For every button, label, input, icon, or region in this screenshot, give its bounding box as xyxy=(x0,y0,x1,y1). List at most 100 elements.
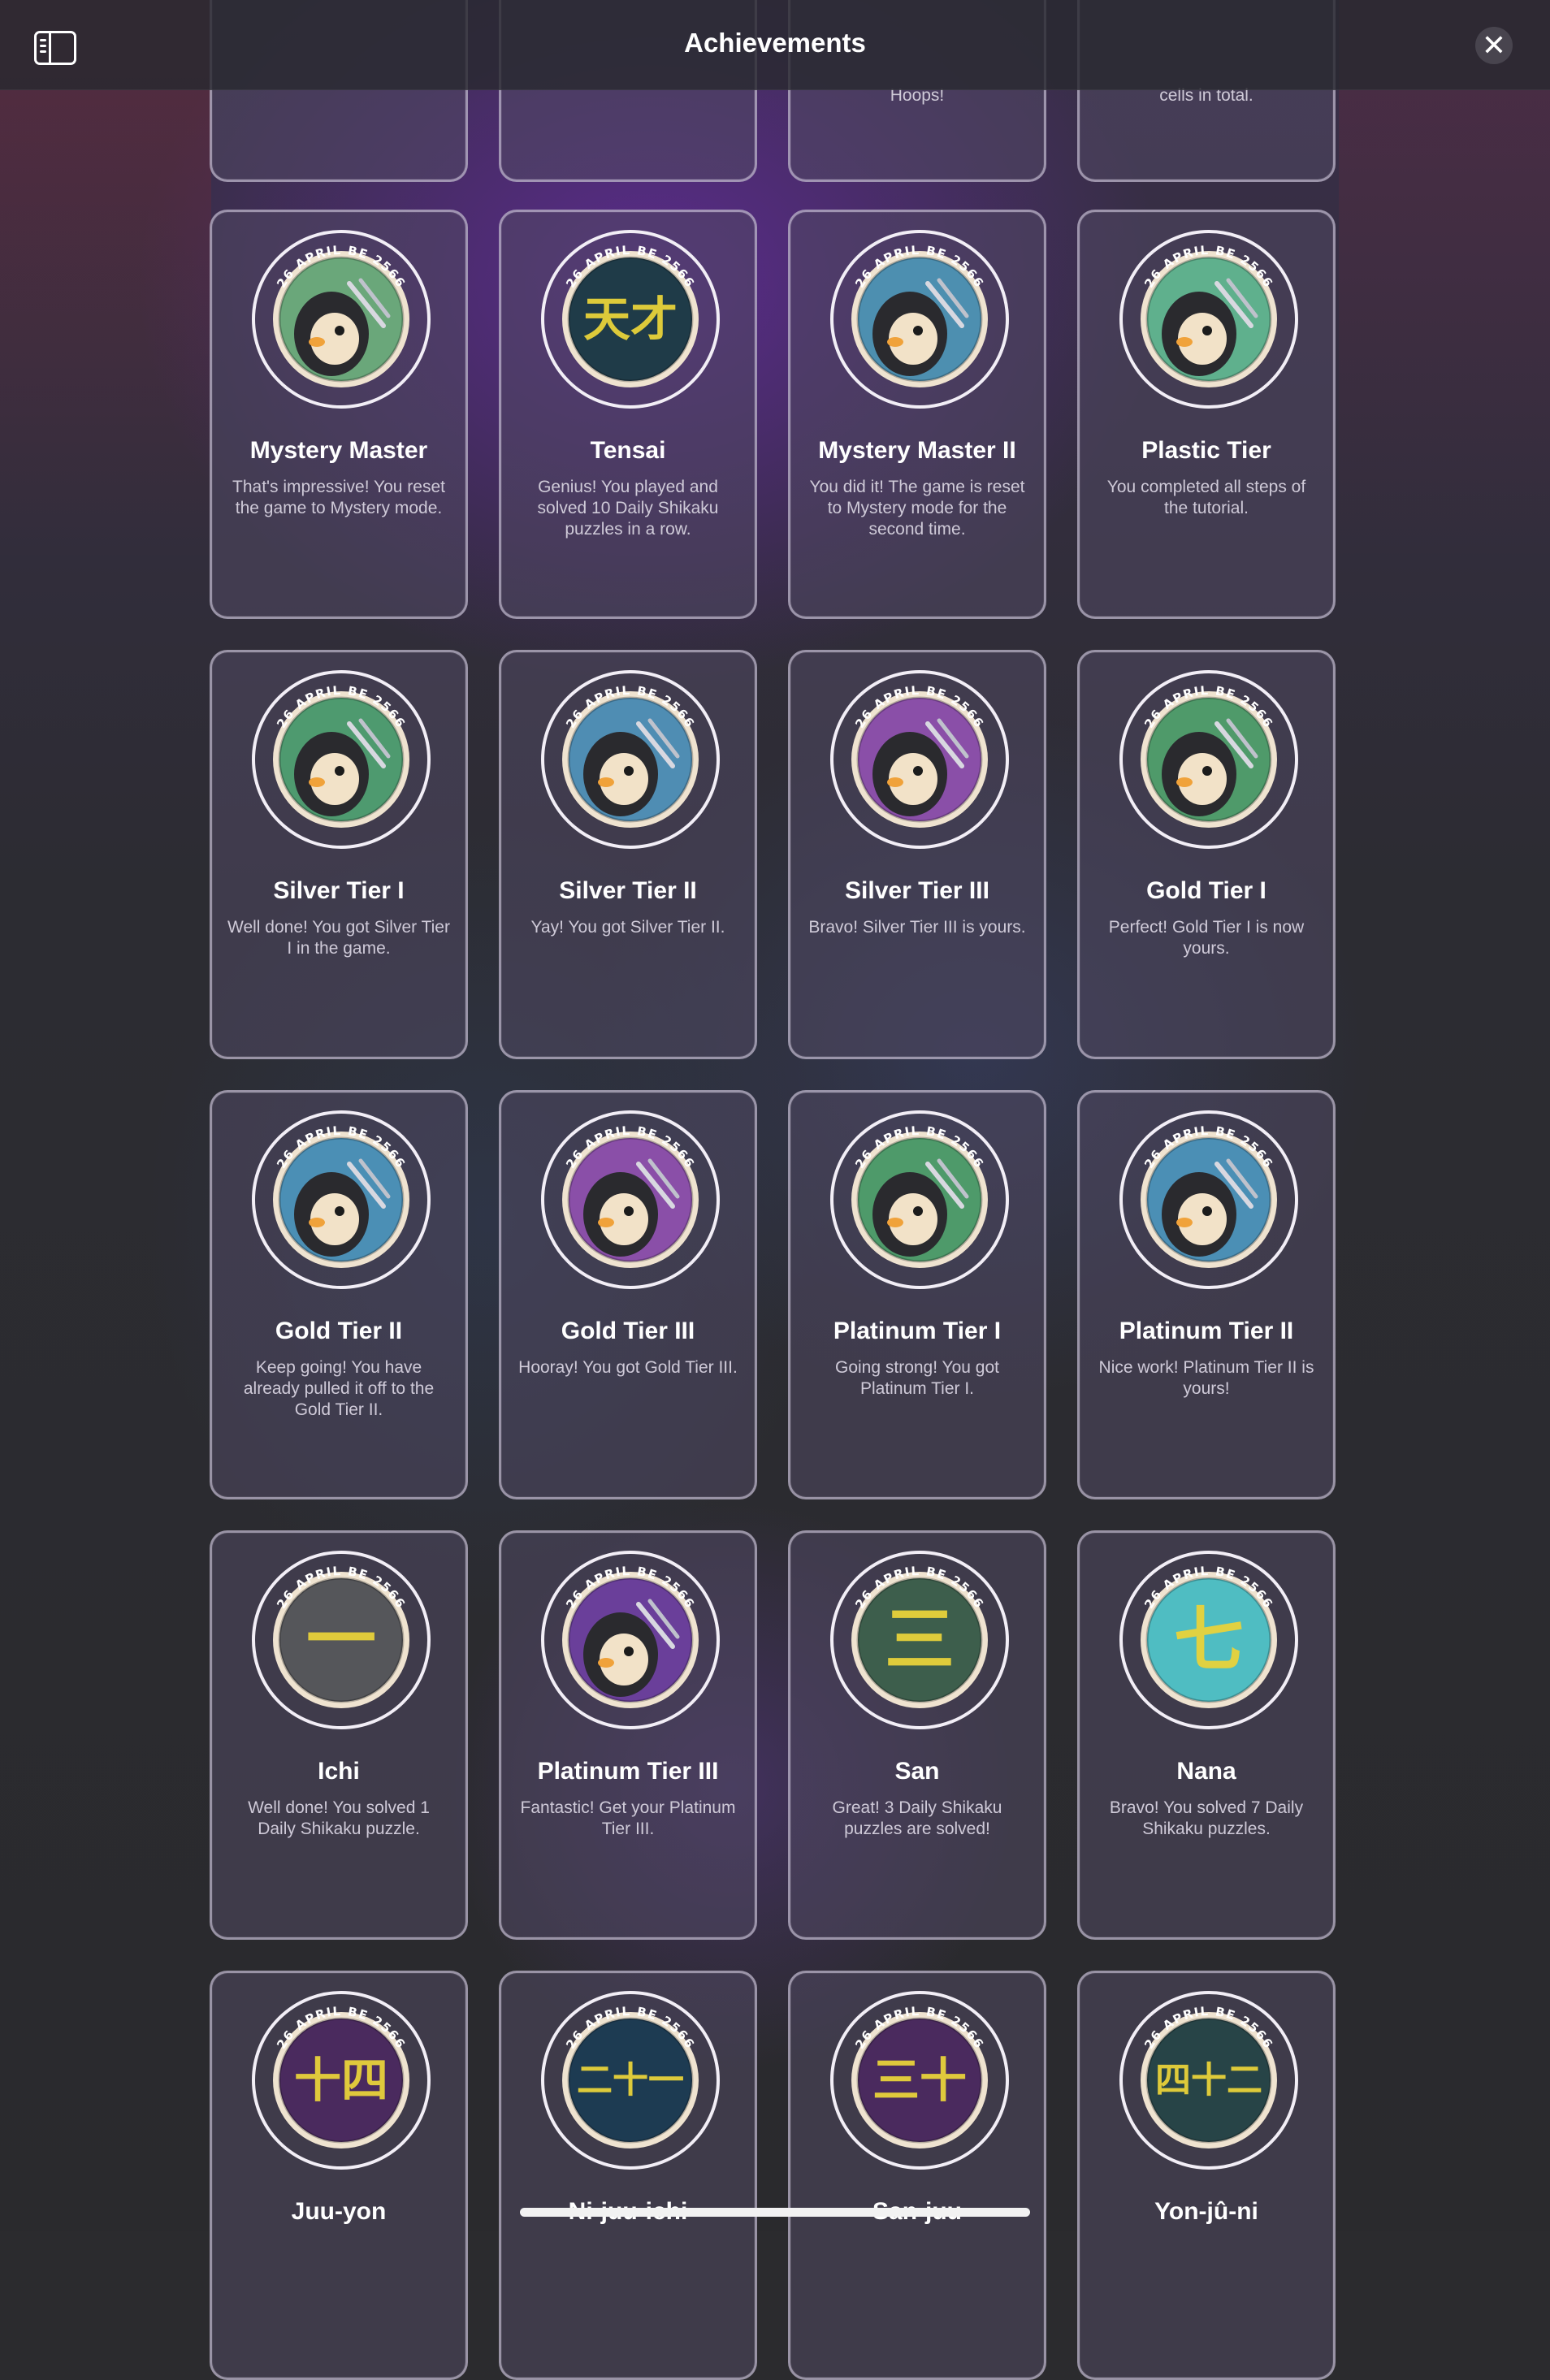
penguin-eye xyxy=(1202,1206,1212,1216)
achievement-description: You did it! The game is reset to Mystery… xyxy=(809,478,1025,539)
achievement-description: Yay! You got Silver Tier II. xyxy=(530,918,725,937)
navigation-bar: Achievements ✕ xyxy=(0,0,1550,90)
achievement-description: Keep going! You have already pulled it o… xyxy=(243,1358,435,1419)
gold-scissors-penguin-icon: 26 APRIL BE 2566 xyxy=(541,1110,720,1289)
ichi-kanji-icon: 一 26 APRIL BE 2566 xyxy=(252,1551,431,1729)
gold-scissors-penguin-icon: 26 APRIL BE 2566 xyxy=(252,1110,431,1289)
penguin-eye xyxy=(1202,326,1212,335)
detective-penguin-icon: 26 APRIL BE 2566 xyxy=(252,230,431,409)
achievement-name: Juu-yon xyxy=(291,2198,387,2225)
penguin-eye xyxy=(624,766,634,776)
achievement-card[interactable]: 26 APRIL BE 2566 Plastic Tier You complet… xyxy=(1077,210,1336,619)
achievement-card[interactable]: 七 26 APRIL BE 2566 Nana Bravo! You solved… xyxy=(1077,1530,1336,1940)
achievement-description: Going strong! You got Platinum Tier I. xyxy=(835,1358,999,1398)
silver-scissors-penguin-icon: 26 APRIL BE 2566 xyxy=(252,670,431,849)
achievement-card[interactable]: 三十 26 APRIL BE 2566 San-juu xyxy=(788,1971,1046,2380)
achievement-name: Mystery Master xyxy=(249,437,428,464)
penguin-beak xyxy=(887,337,903,347)
achievement-card[interactable]: 26 APRIL BE 2566 Platinum Tier III Fantas… xyxy=(499,1530,757,1940)
penguin-eye xyxy=(335,1206,344,1216)
achievement-card[interactable]: 26 APRIL BE 2566 Gold Tier II Keep going!… xyxy=(210,1090,468,1499)
sanjuu-kanji-icon: 三十 26 APRIL BE 2566 xyxy=(830,1991,1009,2170)
platinum-scissors-penguin-icon: 26 APRIL BE 2566 xyxy=(1119,1110,1298,1289)
achievement-description: Fantastic! Get your Platinum Tier III. xyxy=(520,1798,736,1838)
background-left-tint xyxy=(0,0,211,2231)
penguin-eye xyxy=(913,1206,923,1216)
achievement-description: Well done! You solved 1 Daily Shikaku pu… xyxy=(248,1798,430,1838)
background-right-tint xyxy=(1339,0,1550,2231)
achievement-description: Great! 3 Daily Shikaku puzzles are solve… xyxy=(832,1798,1002,1838)
penguin-beak xyxy=(309,777,325,787)
achievement-card[interactable]: 二十一 26 APRIL BE 2566 Ni-juu-ichi xyxy=(499,1971,757,2380)
nana-kanji-icon: 七 26 APRIL BE 2566 xyxy=(1119,1551,1298,1729)
penguin-beak xyxy=(309,1218,325,1227)
penguin-beak xyxy=(887,1218,903,1227)
achievement-name: Nana xyxy=(1176,1758,1236,1785)
close-button[interactable]: ✕ xyxy=(1475,27,1513,64)
kanji-glyph: 一 xyxy=(306,1599,376,1681)
achievement-description: Bravo! You solved 7 Daily Shikaku puzzle… xyxy=(1109,1798,1304,1838)
achievement-card[interactable]: 26 APRIL BE 2566 Silver Tier II Yay! You … xyxy=(499,650,757,1059)
nijuuichi-kanji-icon: 二十一 26 APRIL BE 2566 xyxy=(541,1991,720,2170)
platinum-scissors-penguin-icon: 26 APRIL BE 2566 xyxy=(541,1551,720,1729)
kanji-glyph: 十四 xyxy=(294,2053,388,2108)
penguin-beak xyxy=(1176,1218,1193,1227)
plastic-scissors-penguin-icon: 26 APRIL BE 2566 xyxy=(1119,230,1298,409)
home-indicator[interactable] xyxy=(520,2208,1030,2217)
achievement-name: Platinum Tier I xyxy=(833,1318,1002,1344)
penguin-eye xyxy=(1202,766,1212,776)
achievement-name: Silver Tier I xyxy=(273,877,405,904)
achievement-name: Platinum Tier III xyxy=(537,1758,719,1785)
achievement-name: Platinum Tier II xyxy=(1119,1318,1294,1344)
achievement-card[interactable]: 三 26 APRIL BE 2566 San Great! 3 Daily Shi… xyxy=(788,1530,1046,1940)
achievement-card[interactable]: 26 APRIL BE 2566 Silver Tier I Well done!… xyxy=(210,650,468,1059)
silver-scissors-penguin-icon: 26 APRIL BE 2566 xyxy=(541,670,720,849)
kanji-glyph: 四十二 xyxy=(1155,2060,1262,2101)
achievement-name: Tensai xyxy=(590,437,666,464)
achievement-card[interactable]: 十四 26 APRIL BE 2566 Juu-yon xyxy=(210,1971,468,2380)
tensai-kanji-icon: 天才 26 APRIL BE 2566 xyxy=(541,230,720,409)
penguin-beak xyxy=(1176,337,1193,347)
achievement-card[interactable]: 26 APRIL BE 2566 Silver Tier III Bravo! S… xyxy=(788,650,1046,1059)
achievement-card[interactable]: 26 APRIL BE 2566 Gold Tier III Hooray! Yo… xyxy=(499,1090,757,1499)
achievement-card[interactable]: 26 APRIL BE 2566 Platinum Tier II Nice wo… xyxy=(1077,1090,1336,1499)
achievement-description: Perfect! Gold Tier I is now yours. xyxy=(1108,918,1305,958)
achievement-name: Mystery Master II xyxy=(818,437,1016,464)
achievement-card[interactable]: 一 26 APRIL BE 2566 Ichi Well done! You so… xyxy=(210,1530,468,1940)
achievement-name: Silver Tier III xyxy=(845,877,989,904)
achievement-name: Yon-jû-ni xyxy=(1154,2198,1258,2225)
penguin-beak xyxy=(309,337,325,347)
penguin-beak xyxy=(1176,777,1193,787)
kanji-glyph: 三 xyxy=(885,1599,955,1681)
achievement-card[interactable]: 26 APRIL BE 2566 Mystery Master II You di… xyxy=(788,210,1046,619)
penguin-beak xyxy=(598,777,614,787)
penguin-beak xyxy=(598,1658,614,1668)
achievement-name: Silver Tier II xyxy=(559,877,697,904)
penguin-eye xyxy=(335,766,344,776)
achievement-card[interactable]: 26 APRIL BE 2566 Platinum Tier I Going st… xyxy=(788,1090,1046,1499)
platinum-scissors-penguin-icon: 26 APRIL BE 2566 xyxy=(830,1110,1009,1289)
penguin-eye xyxy=(624,1647,634,1656)
kanji-glyph: 二十一 xyxy=(577,2060,684,2101)
san-kanji-icon: 三 26 APRIL BE 2566 xyxy=(830,1551,1009,1729)
penguin-eye xyxy=(624,1206,634,1216)
achievement-name: Plastic Tier xyxy=(1141,437,1271,464)
kanji-glyph: 天才 xyxy=(583,292,678,347)
juuyon-kanji-icon: 十四 26 APRIL BE 2566 xyxy=(252,1991,431,2170)
close-icon: ✕ xyxy=(1481,28,1507,62)
penguin-beak xyxy=(887,777,903,787)
achievement-card[interactable]: 26 APRIL BE 2566 Gold Tier I Perfect! Gol… xyxy=(1077,650,1336,1059)
achievement-card[interactable]: 26 APRIL BE 2566 Mystery Master That's im… xyxy=(210,210,468,619)
achievement-name: San xyxy=(894,1758,940,1785)
page-title: Achievements xyxy=(684,28,866,58)
penguin-eye xyxy=(913,326,923,335)
achievement-card[interactable]: 四十二 26 APRIL BE 2566 Yon-jû-ni xyxy=(1077,1971,1336,2380)
penguin-eye xyxy=(335,326,344,335)
detective-penguin-icon: 26 APRIL BE 2566 xyxy=(830,230,1009,409)
achievement-name: Gold Tier III xyxy=(561,1318,695,1344)
achievement-description: Genius! You played and solved 10 Daily S… xyxy=(537,478,719,539)
achievement-description: That's impressive! You reset the game to… xyxy=(232,478,445,517)
achievement-card[interactable]: 天才 26 APRIL BE 2566 Tensai Genius! You pl… xyxy=(499,210,757,619)
kanji-glyph: 三十 xyxy=(872,2053,967,2108)
gold-scissors-penguin-icon: 26 APRIL BE 2566 xyxy=(1119,670,1298,849)
